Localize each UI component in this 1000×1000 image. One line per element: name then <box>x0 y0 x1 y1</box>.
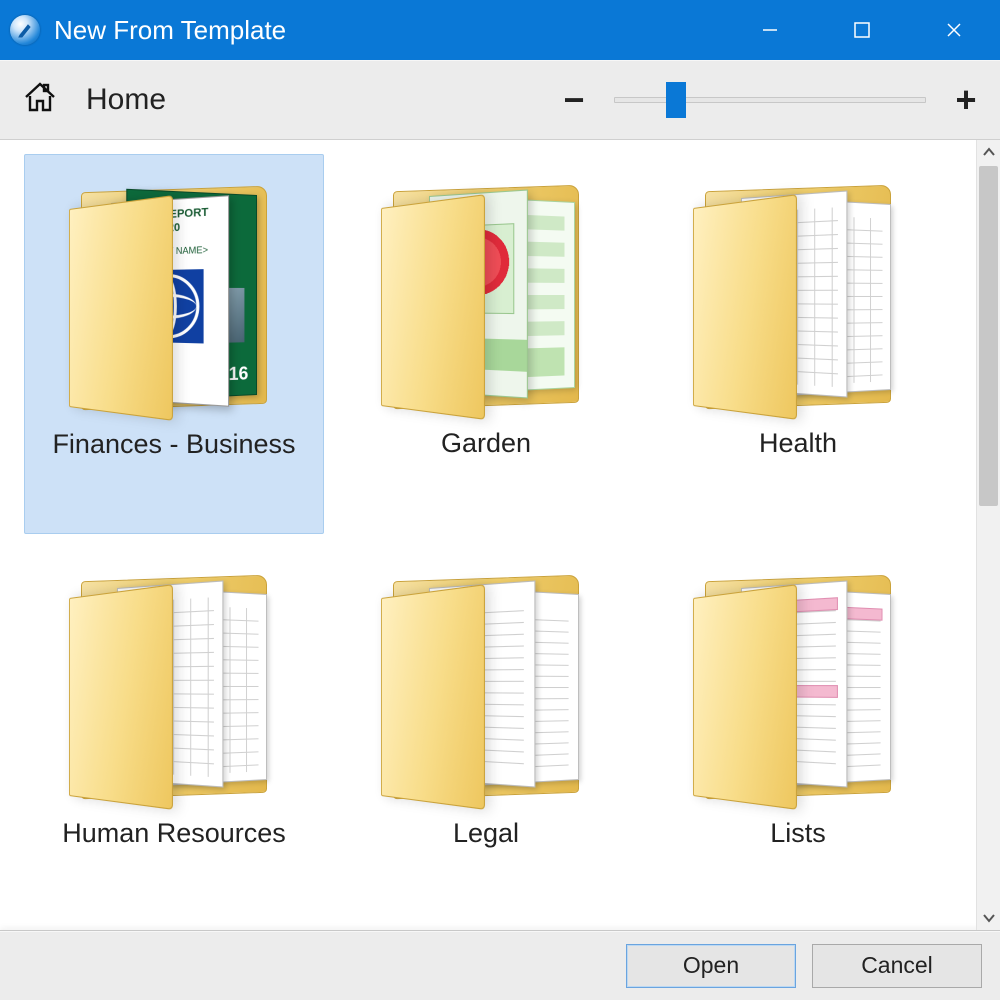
folder-icon <box>693 566 903 796</box>
footer: Open Cancel <box>0 930 1000 1000</box>
cancel-button[interactable]: Cancel <box>812 944 982 988</box>
zoom-out-button[interactable]: − <box>562 79 586 121</box>
app-icon <box>10 15 40 45</box>
open-button[interactable]: Open <box>626 944 796 988</box>
folder-lists[interactable]: Lists <box>648 544 948 924</box>
folder-label: Garden <box>441 428 531 459</box>
folder-legal[interactable]: Legal <box>336 544 636 924</box>
minimize-button[interactable] <box>724 0 816 60</box>
zoom-slider[interactable] <box>614 88 926 112</box>
folder-label: Health <box>759 428 837 459</box>
scrollbar-thumb[interactable] <box>979 166 998 506</box>
folder-icon <box>693 176 903 406</box>
scroll-up-icon[interactable] <box>977 140 1000 164</box>
close-button[interactable] <box>908 0 1000 60</box>
titlebar: New From Template <box>0 0 1000 60</box>
folder-health[interactable]: Health <box>648 154 948 534</box>
folder-icon: 16 NUAL REPORT 2020 COMPANY NAME> <box>69 177 279 407</box>
folder-label: Legal <box>453 818 519 849</box>
folder-garden[interactable]: Garden <box>336 154 636 534</box>
window-title: New From Template <box>54 15 724 46</box>
maximize-button[interactable] <box>816 0 908 60</box>
toolbar: Home − + <box>0 60 1000 140</box>
scroll-down-icon[interactable] <box>977 906 1000 930</box>
folder-icon <box>381 566 591 796</box>
breadcrumb[interactable]: Home <box>86 83 166 117</box>
folder-label: Finances - Business <box>52 429 295 460</box>
folder-finances-business[interactable]: 16 NUAL REPORT 2020 COMPANY NAME> Financ… <box>24 154 324 534</box>
template-grid: 16 NUAL REPORT 2020 COMPANY NAME> Financ… <box>0 140 976 930</box>
folder-icon <box>69 566 279 796</box>
home-icon[interactable] <box>22 79 58 120</box>
folder-human-resources[interactable]: Human Resources <box>24 544 324 924</box>
folder-label: Lists <box>770 818 826 849</box>
vertical-scrollbar[interactable] <box>976 140 1000 930</box>
folder-label: Human Resources <box>62 818 286 849</box>
zoom-in-button[interactable]: + <box>954 79 978 121</box>
folder-icon <box>381 176 591 406</box>
